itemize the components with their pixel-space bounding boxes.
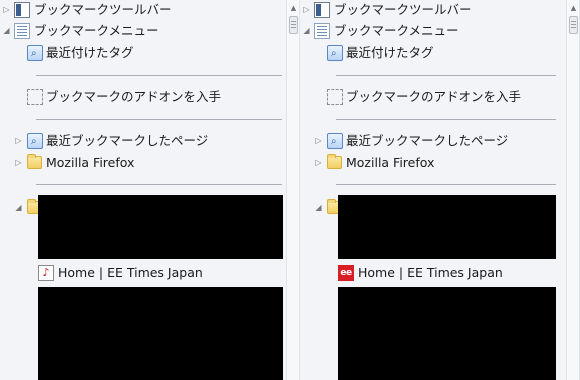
ee-times-favicon-icon: ee xyxy=(338,265,354,281)
expand-toggle-icon[interactable]: ▷ xyxy=(2,0,11,20)
separator xyxy=(36,184,282,185)
expand-toggle-icon[interactable]: ▷ xyxy=(14,153,23,173)
separator xyxy=(336,119,556,120)
bookmarks-toolbar-icon xyxy=(14,2,30,18)
smart-folder-search-icon: ⌕ xyxy=(327,45,343,61)
tree-item-label: 最近付けたタグ xyxy=(346,45,434,60)
scroll-up-arrow-icon[interactable]: ▲ xyxy=(569,3,578,13)
tree-item-mozilla-firefox[interactable]: ▷ Mozilla Firefox xyxy=(0,153,286,173)
smart-folder-search-icon: ⌕ xyxy=(27,133,43,149)
addon-placeholder-icon xyxy=(327,89,343,105)
expand-toggle-icon[interactable]: ▷ xyxy=(302,0,311,20)
separator xyxy=(36,75,282,76)
tree-item-folder-expanded[interactable]: ◢ xyxy=(300,198,342,218)
redacted-content-block xyxy=(338,195,556,259)
scroll-up-arrow-icon[interactable]: ▲ xyxy=(289,3,298,13)
scrollbar-thumb[interactable] xyxy=(569,16,578,34)
tree-item-label: ブックマークメニュー xyxy=(334,23,459,38)
tree-item-recent-bookmarks[interactable]: ▷ ⌕ 最近ブックマークしたページ xyxy=(300,131,566,151)
tree-item-label: 最近付けたタグ xyxy=(46,45,134,60)
expand-toggle-icon[interactable]: ▷ xyxy=(14,131,23,151)
bookmarks-toolbar-icon xyxy=(314,2,330,18)
bookmark-label: Home | EE Times Japan xyxy=(358,265,503,280)
redacted-content-block xyxy=(38,195,283,259)
tree-item-label: Mozilla Firefox xyxy=(346,155,435,170)
separator xyxy=(336,75,556,76)
vertical-scrollbar[interactable]: ▲ xyxy=(286,0,300,380)
tree-item-recent-bookmarks[interactable]: ▷ ⌕ 最近ブックマークしたページ xyxy=(0,131,286,151)
tree-item-recent-tags[interactable]: ⌕ 最近付けたタグ xyxy=(300,43,566,63)
redacted-content-block xyxy=(338,287,556,380)
bookmarks-menu-icon xyxy=(314,23,330,39)
bookmark-label: Home | EE Times Japan xyxy=(58,265,203,280)
redacted-content-block xyxy=(38,287,283,380)
vertical-scrollbar[interactable]: ▲ xyxy=(566,0,580,380)
tree-item-recent-tags[interactable]: ⌕ 最近付けたタグ xyxy=(0,43,286,63)
tree-item-label: Mozilla Firefox xyxy=(46,155,135,170)
search-glyph-icon: ⌕ xyxy=(331,48,337,59)
search-glyph-icon: ⌕ xyxy=(331,136,337,147)
search-glyph-icon: ⌕ xyxy=(31,48,37,59)
tree-item-bookmarks-toolbar[interactable]: ▷ ブックマークツールバー xyxy=(300,0,566,20)
expand-toggle-icon[interactable]: ▷ xyxy=(314,153,323,173)
tree-item-get-addons[interactable]: ブックマークのアドオンを入手 xyxy=(300,87,566,107)
collapse-toggle-icon[interactable]: ◢ xyxy=(302,21,311,41)
smart-folder-search-icon: ⌕ xyxy=(27,45,43,61)
addon-placeholder-icon xyxy=(27,89,43,105)
tree-item-mozilla-firefox[interactable]: ▷ Mozilla Firefox xyxy=(300,153,566,173)
scrollbar-thumb[interactable] xyxy=(289,16,298,34)
separator xyxy=(336,184,556,185)
bookmark-ee-times-japan[interactable]: ♪ Home | EE Times Japan xyxy=(0,263,286,283)
search-glyph-icon: ⌕ xyxy=(31,136,37,147)
collapse-toggle-icon[interactable]: ◢ xyxy=(2,21,11,41)
tree-item-bookmarks-toolbar[interactable]: ▷ ブックマークツールバー xyxy=(0,0,286,20)
tree-item-label: ブックマークメニュー xyxy=(34,23,159,38)
ee-times-favicon-icon: ♪ xyxy=(38,265,54,281)
tree-item-label: 最近ブックマークしたページ xyxy=(346,133,509,148)
bookmark-ee-times-japan[interactable]: ee Home | EE Times Japan xyxy=(300,263,566,283)
collapse-toggle-icon[interactable]: ◢ xyxy=(314,198,323,218)
separator xyxy=(36,119,282,120)
bookmarks-menu-icon xyxy=(14,23,30,39)
folder-icon xyxy=(327,154,342,169)
tree-item-label: ブックマークのアドオンを入手 xyxy=(346,89,522,104)
tree-item-folder-expanded[interactable]: ◢ xyxy=(0,198,42,218)
folder-icon xyxy=(27,154,42,169)
smart-folder-search-icon: ⌕ xyxy=(327,133,343,149)
tree-item-label: ブックマークツールバー xyxy=(334,2,472,17)
tree-item-get-addons[interactable]: ブックマークのアドオンを入手 xyxy=(0,87,286,107)
tree-item-label: ブックマークのアドオンを入手 xyxy=(46,89,222,104)
tree-item-label: 最近ブックマークしたページ xyxy=(46,133,209,148)
collapse-toggle-icon[interactable]: ◢ xyxy=(14,198,23,218)
bookmark-tree-right: ▷ ブックマークツールバー ◢ ブックマークメニュー ⌕ 最近付けたタグ ブック… xyxy=(300,0,580,380)
tree-item-bookmarks-menu[interactable]: ◢ ブックマークメニュー xyxy=(0,21,286,41)
tree-item-bookmarks-menu[interactable]: ◢ ブックマークメニュー xyxy=(300,21,566,41)
expand-toggle-icon[interactable]: ▷ xyxy=(314,131,323,151)
tree-item-label: ブックマークツールバー xyxy=(34,2,172,17)
bookmark-tree-left: ▷ ブックマークツールバー ◢ ブックマークメニュー ⌕ 最近付けたタグ ブック… xyxy=(0,0,286,380)
